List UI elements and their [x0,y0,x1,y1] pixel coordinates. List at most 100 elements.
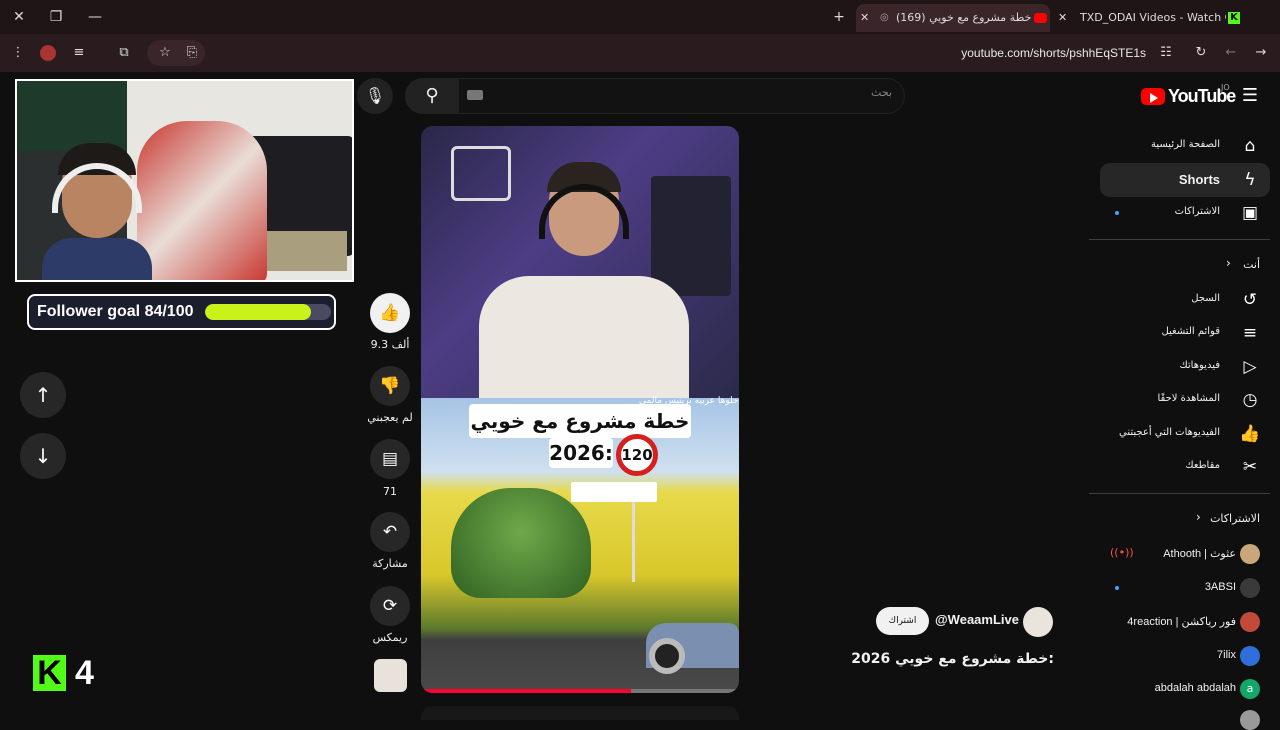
sidebar-item-label: الفيديوهات التي أعجبتني [1119,427,1220,438]
tab-inactive[interactable]: ✕ TXD_ODAI Videos - Watch On-D K [1054,4,1244,32]
tab-close-icon[interactable]: ✕ [1058,4,1067,32]
webcam-object [267,231,347,271]
liked-videos-icon: 👍 [1239,424,1261,444]
reload-icon[interactable]: ↻ [1190,42,1212,64]
next-video-button[interactable]: ↓ [20,433,66,479]
forward-icon[interactable]: ← [1220,42,1242,64]
site-settings-icon[interactable]: ☷ [1155,42,1177,64]
minimize-window-icon[interactable]: — [84,6,106,28]
subscription-avatar [1240,612,1260,632]
arrow-up-icon: ↑ [34,383,52,407]
comment-icon: ▤ [381,449,399,469]
dislike-button[interactable]: 👎 [370,366,410,406]
previous-video-button[interactable]: ↑ [20,372,66,418]
channel-avatar[interactable] [1023,607,1053,637]
subscriptions-icon: ▣ [1241,203,1259,223]
webcam-window [17,81,137,151]
dislike-label: لم يعجبني [367,411,413,424]
remix-button[interactable]: ⟳ [370,586,410,626]
new-content-dot [1115,586,1119,590]
playlists-icon: ≡ [1242,323,1258,343]
remix-icon: ⟳ [382,596,398,616]
tab-active[interactable]: ✕ ◎ (169) خطة مشروع مع خويي [856,4,1050,32]
follower-goal-fill [205,304,311,320]
video-banner-year: 2026: [549,438,613,468]
tab-title: (169) خطة مشروع مع خويي [896,11,1031,24]
sidebar-item-history[interactable]: السجل ↺ [1100,283,1270,317]
subscription-name: Athooth | عثوث [1163,548,1236,560]
thumbs-down-icon: 👎 [379,376,401,396]
sidebar-item-your-videos[interactable]: فيديوهاتك ▷ [1100,350,1270,384]
video-progress-bar[interactable] [421,689,739,693]
remix-label: ريمكس [372,631,408,644]
sidebar-item-label: فيديوهاتك [1179,360,1220,371]
new-tab-icon[interactable]: + [828,6,850,28]
youtube-play-icon [1141,88,1165,105]
address-bar[interactable]: youtube.com/shorts/pshhEqSTE1s [600,41,1150,65]
back-icon[interactable]: → [1250,42,1272,64]
next-video-preview[interactable] [421,706,739,720]
shorts-icon: ϟ [1244,170,1256,190]
subscription-avatar: a [1240,679,1260,699]
comments-button[interactable]: ▤ [370,439,410,479]
like-count: 9.3 ألف [370,338,410,351]
tab-close-icon[interactable]: ✕ [860,4,869,32]
sidebar-item-label: Shorts [1178,172,1220,187]
menu-dots-icon[interactable]: ⋮ [7,42,29,64]
share-label: مشاركة [372,557,408,570]
watch-later-icon: ◷ [1242,390,1258,410]
basketball-hoop [451,146,511,201]
search-button[interactable]: ⚲ [405,78,459,114]
bookmark-star-icon[interactable]: ☆ [154,42,176,64]
search-input[interactable]: بحث [480,86,892,99]
history-icon: ↺ [1242,290,1258,310]
video-title: خطة مشروع مع خويي 2026: [851,651,1054,667]
subscription-name: 4reaction | فور رياكشن [1127,616,1236,628]
install-app-icon[interactable]: ⎘ [181,42,203,64]
follower-goal-label: Follower goal 84/100 [37,303,194,320]
voice-search-button[interactable]: 🎙 [357,78,393,114]
sidebar-item-shorts[interactable]: Shorts ϟ [1100,163,1270,197]
sidebar-item-playlists[interactable]: قوائم التشغيل ≡ [1100,316,1270,350]
video-lower-scene: خطة مشروع مع خويي 2026: 120 [421,398,739,693]
like-button[interactable]: 👍 [370,293,410,333]
subscription-name: 7ilix [1217,649,1236,661]
profile-avatar-icon[interactable] [37,42,59,64]
webcam-person-headscarf [137,121,267,280]
home-icon: ⌂ [1244,136,1256,156]
car-wheel [649,638,685,674]
restore-window-icon[interactable]: ❐ [45,6,67,28]
thumbs-up-icon: 👍 [379,303,401,323]
sidebar-item-watch-later[interactable]: المشاهدة لاحقًا ◷ [1100,383,1270,417]
subscription-name: 3ABSI [1204,581,1236,593]
video-person [479,162,689,398]
media-controls-icon[interactable]: ≡ [68,42,90,64]
share-button[interactable]: ↶ [370,512,410,552]
sidebar-item-clips[interactable]: مقاطعك ✂ [1100,450,1270,484]
video-progress-fill [421,689,631,693]
short-video-player[interactable]: خطة مشروع مع خويي 2026: 120 يه حلوها عرب… [421,126,739,693]
tab-title: TXD_ODAI Videos - Watch On-D [1080,11,1226,24]
sidebar-item-home[interactable]: الصفحة الرئيسية ⌂ [1100,129,1270,163]
sidebar-item-label: السجل [1191,293,1220,304]
sidebar-item-subscriptions[interactable]: الاشتراكات ▣ [1100,196,1270,230]
arrow-down-icon: ↓ [34,444,52,468]
sidebar-section-subscriptions[interactable]: الاشتراكات › [1100,508,1270,530]
channel-handle[interactable]: @WeaamLive [935,612,1019,627]
microphone-icon: 🎙 [364,86,386,105]
your-videos-icon: ▷ [1243,357,1257,377]
menu-icon[interactable]: ☰ [1238,85,1262,107]
follower-goal-widget: Follower goal 84/100 [27,294,336,330]
subscribe-button[interactable]: اشتراك [876,607,929,635]
webcam-streamer [42,143,152,280]
close-window-icon[interactable]: ✕ [8,6,30,28]
search-icon: ⚲ [425,85,439,106]
sidebar-section-you[interactable]: أنت › [1100,254,1270,276]
bush [451,488,591,598]
extensions-icon[interactable]: ⧉ [113,42,135,64]
section-title: أنت [1243,258,1260,271]
sidebar-item-liked-videos[interactable]: الفيديوهات التي أعجبتني 👍 [1100,417,1270,451]
audio-source-thumbnail[interactable] [374,659,407,692]
clips-icon: ✂ [1242,457,1258,477]
subscription-avatar [1240,544,1260,564]
